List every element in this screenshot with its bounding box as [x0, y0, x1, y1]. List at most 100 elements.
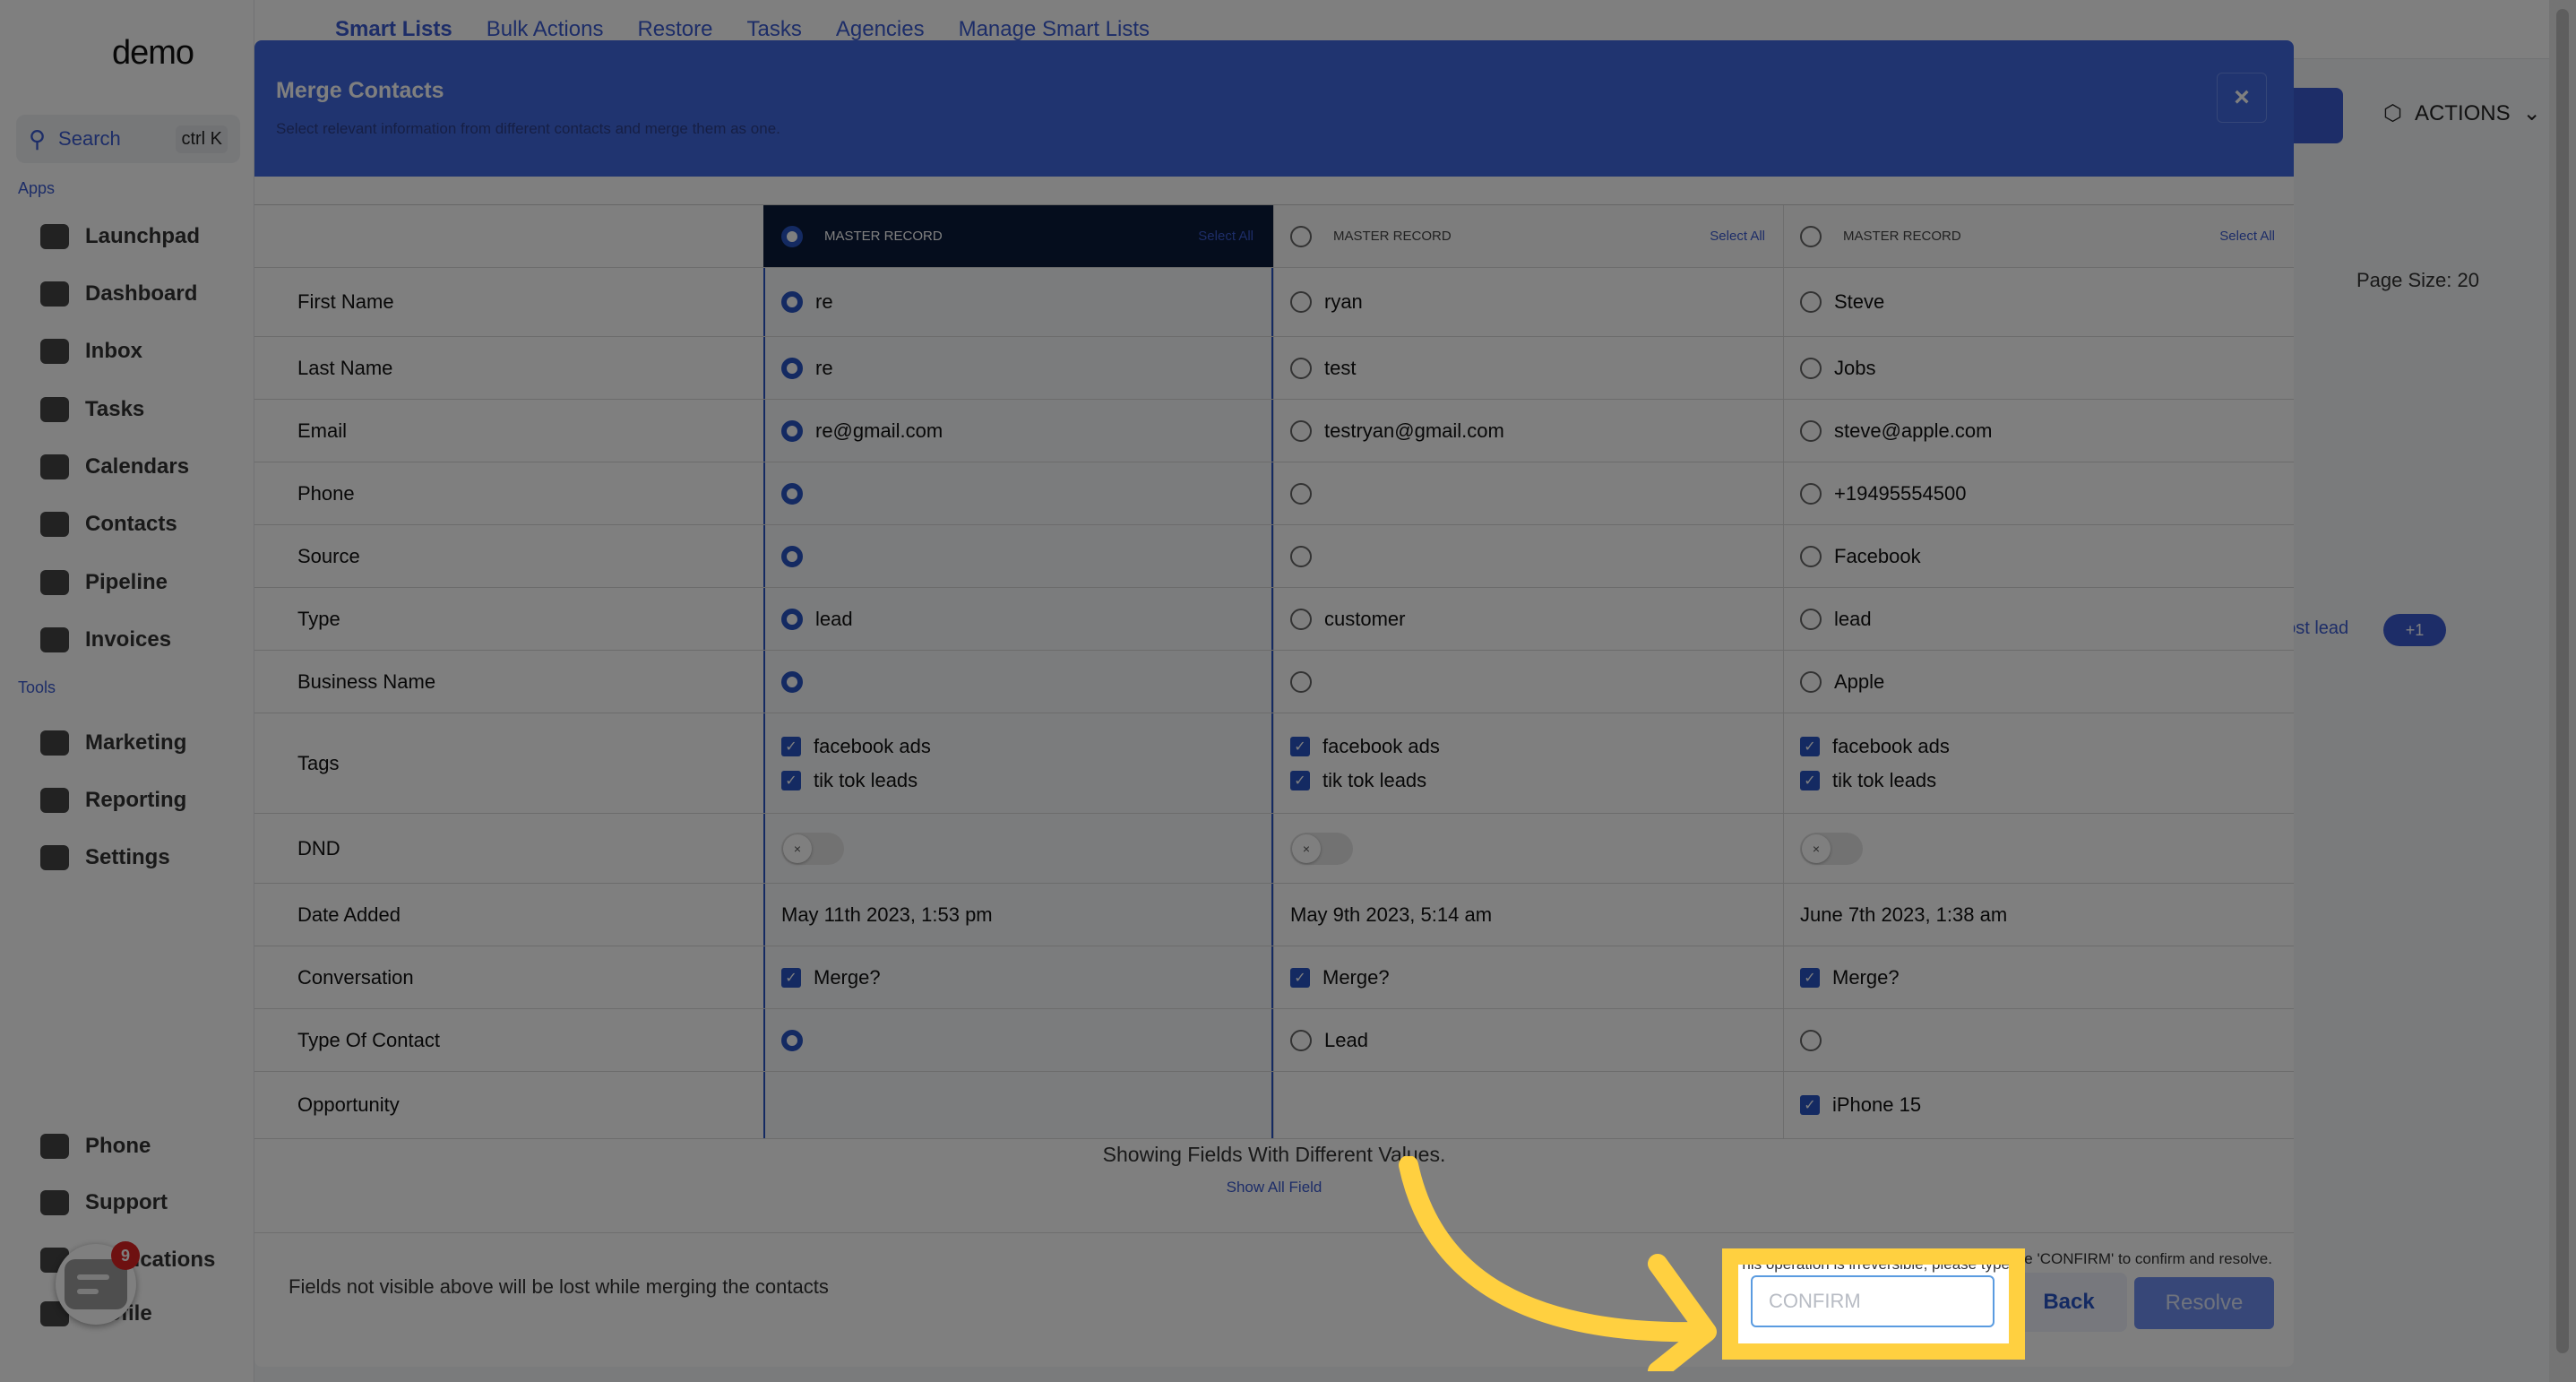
checkbox-checked-icon[interactable]: ✓ — [1290, 770, 1310, 790]
sidebar-item-pipeline[interactable]: Pipeline — [40, 570, 168, 595]
master-record-radio[interactable] — [1290, 225, 1312, 247]
field-radio[interactable] — [1800, 482, 1822, 505]
sidebar-item-reporting[interactable]: Reporting — [40, 788, 186, 813]
field-radio[interactable] — [1290, 1029, 1312, 1051]
checkbox-checked-icon[interactable]: ✓ — [781, 967, 801, 988]
field-label: Business Name — [297, 669, 436, 693]
sidebar-item-tasks[interactable]: Tasks — [40, 397, 144, 422]
master-record-selector[interactable]: MASTER RECORD — [1800, 225, 1961, 247]
sidebar-item-invoices[interactable]: Invoices — [40, 627, 171, 652]
bg-tag-more[interactable]: +1 — [2383, 614, 2446, 646]
select-all-link[interactable]: Select All — [2219, 229, 2275, 244]
field-value-cell — [1273, 651, 1783, 713]
select-all-link[interactable]: Select All — [1198, 229, 1254, 244]
field-radio[interactable] — [781, 1029, 803, 1051]
sidebar-search[interactable]: ⚲ Search ctrl K — [16, 115, 240, 163]
field-radio[interactable] — [781, 608, 803, 630]
sidebar-item-label: Tasks — [85, 397, 145, 421]
checkbox-checked-icon[interactable]: ✓ — [1800, 967, 1820, 988]
tag-option[interactable]: ✓ facebook ads — [781, 735, 931, 758]
field-radio[interactable] — [781, 357, 803, 379]
tag-label: facebook ads — [1832, 734, 1950, 757]
tag-option[interactable]: ✓ facebook ads — [1800, 735, 1950, 758]
field-label: Last Name — [297, 356, 393, 379]
tab-tasks[interactable]: Tasks — [747, 17, 802, 42]
field-radio[interactable] — [781, 545, 803, 567]
checkbox-checked-icon[interactable]: ✓ — [1800, 770, 1820, 790]
back-button[interactable]: Back — [2011, 1273, 2127, 1332]
tab-manage-smart-lists[interactable]: Manage Smart Lists — [959, 17, 1150, 42]
field-radio[interactable] — [1800, 670, 1822, 693]
checkbox-checked-icon[interactable]: ✓ — [1800, 736, 1820, 756]
master-record-radio[interactable] — [781, 225, 803, 247]
field-radio[interactable] — [1290, 291, 1312, 313]
field-value-cell: re — [763, 337, 1273, 399]
field-radio[interactable] — [1800, 357, 1822, 379]
actions-button[interactable]: ⬡ ACTIONS ⌄ — [2383, 100, 2541, 126]
tab-restore[interactable]: Restore — [637, 17, 712, 42]
checkbox-checked-icon[interactable]: ✓ — [1290, 967, 1310, 988]
master-record-selector[interactable]: MASTER RECORD — [1290, 225, 1452, 247]
field-value-cell: June 7th 2023, 1:38 am — [1783, 884, 2293, 946]
checkbox-checked-icon[interactable]: ✓ — [1800, 1095, 1820, 1115]
tag-option[interactable]: ✓ tik tok leads — [1290, 769, 1440, 792]
sidebar-item-contacts[interactable]: Contacts — [40, 512, 177, 537]
field-radio[interactable] — [1290, 545, 1312, 567]
dnd-toggle[interactable]: × — [781, 832, 844, 865]
close-button[interactable]: × — [2217, 73, 2267, 123]
scrollbar-thumb[interactable] — [2556, 9, 2569, 1353]
table-row: Business Name Apple — [254, 651, 2294, 713]
sidebar-item-phone[interactable]: Phone — [40, 1134, 151, 1159]
sidebar-item-calendars[interactable]: Calendars — [40, 454, 189, 479]
checkbox-checked-icon[interactable]: ✓ — [781, 736, 801, 756]
dnd-toggle[interactable]: × — [1290, 832, 1353, 865]
field-radio[interactable] — [781, 482, 803, 505]
tab-agencies[interactable]: Agencies — [836, 17, 925, 42]
field-value-cell: re — [763, 268, 1273, 336]
tag-option[interactable]: ✓ facebook ads — [1290, 735, 1440, 758]
modal-subtitle: Select relevant information from differe… — [276, 120, 780, 137]
field-radio[interactable] — [1800, 291, 1822, 313]
gear-icon: ⬡ — [2383, 101, 2402, 125]
field-radio[interactable] — [1800, 419, 1822, 442]
sidebar-item-launchpad[interactable]: Launchpad — [40, 224, 200, 249]
field-value: lead — [1834, 607, 1872, 630]
sidebar-item-dashboard[interactable]: Dashboard — [40, 281, 197, 307]
field-radio[interactable] — [1800, 1029, 1822, 1051]
sidebar-item-marketing[interactable]: Marketing — [40, 730, 186, 756]
sidebar: demo ⚲ Search ctrl K Apps Launchpad Dashb… — [0, 0, 254, 1382]
field-radio[interactable] — [1290, 419, 1312, 442]
checkbox-checked-icon[interactable]: ✓ — [1290, 736, 1310, 756]
sidebar-item-label: Dashboard — [85, 281, 198, 306]
field-radio[interactable] — [1800, 545, 1822, 567]
field-radio[interactable] — [781, 670, 803, 693]
field-radio[interactable] — [781, 291, 803, 313]
field-value: re — [815, 290, 833, 313]
field-radio[interactable] — [1290, 670, 1312, 693]
field-radio[interactable] — [781, 419, 803, 442]
page-size-select[interactable]: Page Size: 20 — [2356, 269, 2479, 292]
dnd-toggle[interactable]: × — [1800, 832, 1863, 865]
resolve-button[interactable]: Resolve — [2134, 1277, 2274, 1329]
tag-option[interactable]: ✓ tik tok leads — [781, 769, 931, 792]
select-all-link[interactable]: Select All — [1710, 229, 1765, 244]
show-all-fields-link[interactable]: Show All Field — [254, 1179, 2294, 1196]
confirm-input[interactable] — [1751, 1275, 1994, 1327]
tag-option[interactable]: ✓ tik tok leads — [1800, 769, 1950, 792]
sidebar-item-support[interactable]: Support — [40, 1190, 168, 1215]
logo: demo — [112, 34, 194, 72]
sidebar-item-inbox[interactable]: Inbox — [40, 339, 142, 364]
tab-bulk-actions[interactable]: Bulk Actions — [487, 17, 604, 42]
tab-smart-lists[interactable]: Smart Lists — [335, 17, 452, 42]
tag-label: facebook ads — [1322, 734, 1440, 757]
field-radio[interactable] — [1290, 482, 1312, 505]
field-radio[interactable] — [1290, 608, 1312, 630]
sidebar-item-settings[interactable]: Settings — [40, 845, 170, 870]
checkbox-checked-icon[interactable]: ✓ — [781, 770, 801, 790]
master-record-radio[interactable] — [1800, 225, 1822, 247]
field-radio[interactable] — [1800, 608, 1822, 630]
master-record-selector[interactable]: MASTER RECORD — [781, 225, 943, 247]
page-scrollbar[interactable] — [2549, 0, 2576, 1382]
modal-title: Merge Contacts — [276, 78, 444, 103]
field-radio[interactable] — [1290, 357, 1312, 379]
